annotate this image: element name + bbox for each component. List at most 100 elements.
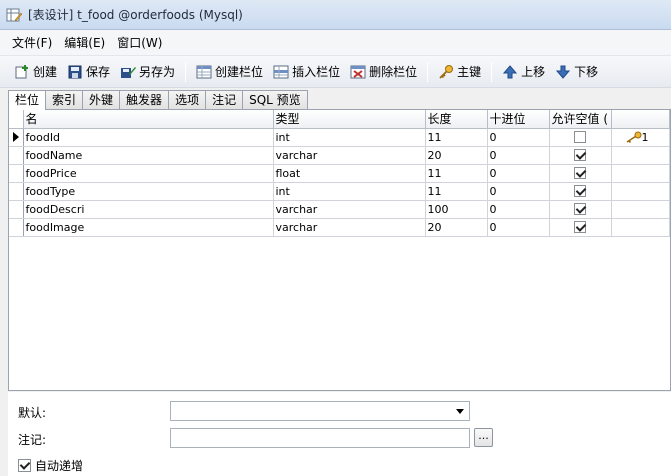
save-as-button[interactable]: 另存为: [116, 61, 179, 82]
save-button[interactable]: 保存: [63, 61, 114, 82]
cell-key[interactable]: [611, 164, 670, 183]
cell-length[interactable]: 20: [425, 146, 488, 165]
fields-table: 名 类型 长度 十进位 允许空值 ( foodId int 11 0 1 foodName…: [9, 110, 670, 380]
empty-row: [9, 290, 669, 308]
cell-allow-null[interactable]: [549, 164, 612, 183]
comment-browse-button[interactable]: ...: [474, 428, 493, 447]
menu-bar: 文件(F) 编辑(E) 窗口(W): [0, 30, 671, 56]
allow-null-checkbox[interactable]: [574, 149, 586, 161]
chevron-down-icon[interactable]: [456, 409, 464, 414]
cell-type[interactable]: int: [273, 182, 426, 201]
cell-length[interactable]: 11: [425, 164, 488, 183]
row-indicator[interactable]: [9, 146, 24, 165]
default-combobox[interactable]: [170, 401, 470, 421]
table-row[interactable]: foodName varchar 20 0: [9, 146, 670, 165]
cell-length[interactable]: 20: [425, 218, 488, 237]
arrow-down-icon: [555, 64, 571, 80]
cell-decimal[interactable]: 0: [487, 182, 550, 201]
tab-bar: 栏位 索引 外键 触发器 选项 注记 SQL 预览: [8, 89, 671, 110]
arrow-up-icon: [502, 64, 518, 80]
allow-null-checkbox[interactable]: [574, 203, 586, 215]
delete-field-icon: [350, 64, 366, 80]
cell-decimal[interactable]: 0: [487, 146, 550, 165]
column-header-allow-null[interactable]: 允许空值 (: [549, 110, 612, 129]
delete-field-button[interactable]: 删除栏位: [346, 61, 421, 82]
allow-null-checkbox[interactable]: [574, 185, 586, 197]
table-row[interactable]: foodId int 11 0 1: [9, 128, 670, 147]
checkbox-icon[interactable]: [18, 459, 31, 472]
empty-row: [9, 362, 669, 380]
menu-file[interactable]: 文件(F): [6, 32, 58, 53]
cell-name[interactable]: foodName: [23, 146, 274, 165]
row-indicator[interactable]: [9, 164, 24, 183]
cell-decimal[interactable]: 0: [487, 218, 550, 237]
cell-allow-null[interactable]: [549, 128, 612, 147]
allow-null-checkbox[interactable]: [574, 131, 586, 143]
create-field-button[interactable]: 创建栏位: [192, 61, 267, 82]
cell-key[interactable]: [611, 218, 670, 237]
cell-allow-null[interactable]: [549, 182, 612, 201]
cell-allow-null[interactable]: [549, 200, 612, 219]
insert-field-button[interactable]: 插入栏位: [269, 61, 344, 82]
cell-decimal[interactable]: 0: [487, 200, 550, 219]
fields-grid[interactable]: 名 类型 长度 十进位 允许空值 ( foodId int 11 0 1 foodName…: [8, 109, 671, 391]
create-button[interactable]: 创建: [10, 61, 61, 82]
cell-name[interactable]: foodImage: [23, 218, 274, 237]
allow-null-checkbox[interactable]: [574, 221, 586, 233]
tab-triggers[interactable]: 触发器: [119, 90, 170, 109]
cell-name[interactable]: foodPrice: [23, 164, 274, 183]
window-title: [表设计] t_food @orderfoods (Mysql): [28, 8, 243, 22]
table-row[interactable]: foodImage varchar 20 0: [9, 218, 670, 237]
cell-key[interactable]: 1: [611, 128, 670, 147]
empty-row: [9, 326, 669, 344]
allow-null-checkbox[interactable]: [574, 167, 586, 179]
row-indicator[interactable]: [9, 218, 24, 237]
auto-increment-checkbox[interactable]: 自动递增: [18, 457, 83, 474]
cell-type[interactable]: varchar: [273, 218, 426, 237]
cell-type[interactable]: varchar: [273, 200, 426, 219]
tab-fields[interactable]: 栏位: [8, 90, 47, 110]
cell-decimal[interactable]: 0: [487, 128, 550, 147]
tab-sql-preview[interactable]: SQL 预览: [242, 90, 308, 109]
default-label: 默认:: [18, 406, 47, 420]
primary-key-button[interactable]: 主键: [434, 61, 485, 82]
cell-type[interactable]: varchar: [273, 146, 426, 165]
table-row[interactable]: foodType int 11 0: [9, 182, 670, 201]
field-properties-panel: 默认: 注记: ... 自动递增: [8, 392, 671, 476]
tab-options[interactable]: 选项: [168, 90, 207, 109]
cell-length[interactable]: 11: [425, 128, 488, 147]
key-order: 1: [641, 130, 649, 144]
cell-length[interactable]: 11: [425, 182, 488, 201]
column-header-key[interactable]: [611, 110, 670, 129]
table-row[interactable]: foodPrice float 11 0: [9, 164, 670, 183]
menu-window[interactable]: 窗口(W): [111, 32, 168, 53]
cell-type[interactable]: int: [273, 128, 426, 147]
tab-foreign-keys[interactable]: 外键: [82, 90, 121, 109]
cell-length[interactable]: 100: [425, 200, 488, 219]
cell-key[interactable]: [611, 182, 670, 201]
cell-allow-null[interactable]: [549, 218, 612, 237]
cell-name[interactable]: foodId: [23, 128, 274, 147]
tab-comment[interactable]: 注记: [205, 90, 244, 109]
row-indicator[interactable]: [9, 200, 24, 219]
cell-type[interactable]: float: [273, 164, 426, 183]
menu-edit[interactable]: 编辑(E): [58, 32, 111, 53]
cell-allow-null[interactable]: [549, 146, 612, 165]
comment-input[interactable]: [170, 428, 470, 448]
cell-name[interactable]: foodDescri: [23, 200, 274, 219]
move-down-button[interactable]: 下移: [551, 61, 602, 82]
create-field-icon: [196, 64, 212, 80]
cell-key[interactable]: [611, 200, 670, 219]
column-header-name[interactable]: 名: [23, 110, 274, 129]
row-indicator[interactable]: [9, 128, 24, 147]
column-header-length[interactable]: 长度: [425, 110, 488, 129]
row-indicator[interactable]: [9, 182, 24, 201]
cell-decimal[interactable]: 0: [487, 164, 550, 183]
tab-indexes[interactable]: 索引: [45, 90, 84, 109]
table-row[interactable]: foodDescri varchar 100 0: [9, 200, 670, 219]
cell-name[interactable]: foodType: [23, 182, 274, 201]
move-up-button[interactable]: 上移: [498, 61, 549, 82]
column-header-decimal[interactable]: 十进位: [487, 110, 550, 129]
column-header-type[interactable]: 类型: [273, 110, 426, 129]
cell-key[interactable]: [611, 146, 670, 165]
